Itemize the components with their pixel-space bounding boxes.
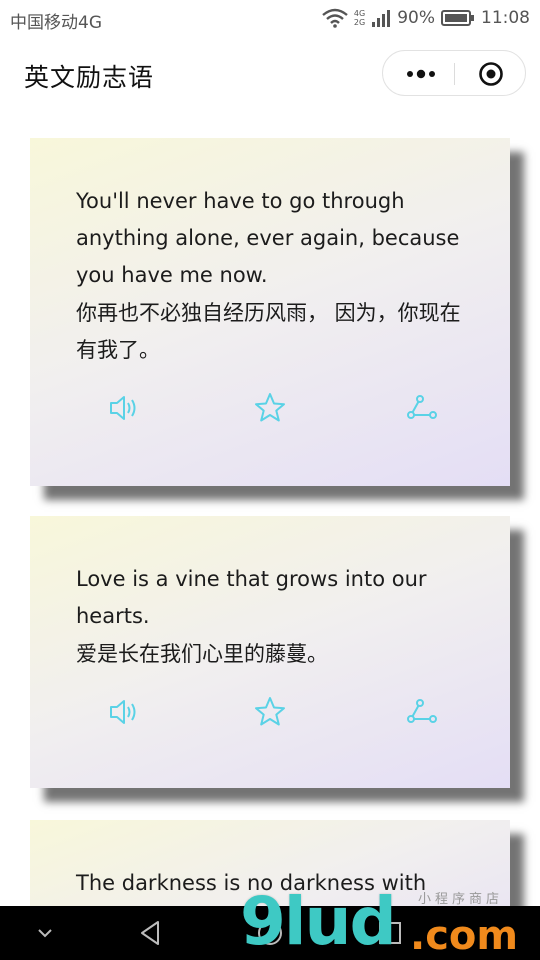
network-tag-bottom: 2G	[353, 18, 366, 27]
navigation-bar: 英文励志语	[0, 38, 540, 110]
share-icon[interactable]	[404, 694, 440, 730]
system-nav-bar	[0, 906, 540, 960]
capsule-divider	[454, 63, 455, 85]
target-circle-icon[interactable]	[478, 61, 504, 87]
chinese-translation: 你再也不必独自经历风雨， 因为，你现在有我了。	[76, 301, 461, 362]
battery-percent: 90%	[397, 8, 435, 28]
page-title: 英文励志语	[24, 63, 155, 92]
battery-icon	[441, 9, 475, 27]
carrier-label: 中国移动4G	[10, 13, 102, 33]
card-actions	[30, 694, 510, 730]
english-quote: Love is a vine that grows into our heart…	[76, 567, 427, 628]
signal-icon	[371, 8, 391, 28]
card-actions	[30, 390, 510, 426]
quote-card: Love is a vine that grows into our heart…	[30, 516, 510, 788]
speaker-icon[interactable]	[106, 694, 142, 730]
recent-square-icon[interactable]	[375, 918, 405, 948]
share-icon[interactable]	[404, 390, 440, 426]
clock: 11:08	[481, 8, 530, 28]
star-icon[interactable]	[252, 694, 288, 730]
chinese-translation: 爱是长在我们心里的藤蔓。	[76, 642, 328, 666]
home-circle-icon[interactable]	[255, 918, 285, 948]
status-bar: 中国移动4G 4G 2G 90% 11:08	[0, 0, 540, 38]
quote-card: You'll never have to go through anything…	[30, 138, 510, 486]
wifi-icon	[322, 8, 348, 28]
speaker-icon[interactable]	[106, 390, 142, 426]
chevron-down-icon[interactable]	[30, 918, 60, 948]
more-dots-icon[interactable]	[401, 63, 441, 85]
status-icons: 4G 2G 90% 11:08	[322, 8, 530, 28]
screen: 中国移动4G 4G 2G 90% 11:08 英文励志语 You'll neve…	[0, 0, 540, 960]
mini-program-capsule	[382, 50, 526, 96]
english-quote: You'll never have to go through anything…	[76, 189, 460, 287]
network-tags: 4G 2G	[354, 9, 365, 27]
back-triangle-icon[interactable]	[136, 918, 166, 948]
english-quote: The darkness is no darkness with	[76, 871, 427, 895]
star-icon[interactable]	[252, 390, 288, 426]
network-tag-top: 4G	[353, 9, 366, 18]
